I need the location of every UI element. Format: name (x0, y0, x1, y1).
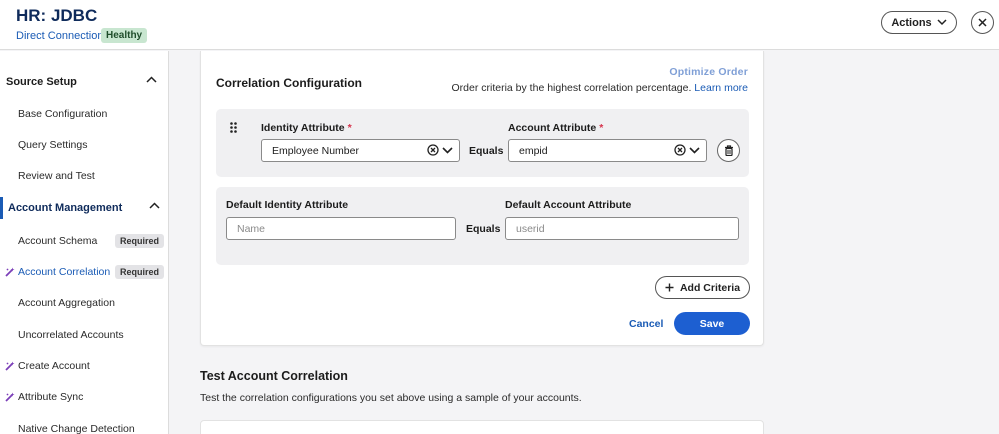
sidebar-item-create-account[interactable]: Create Account (0, 355, 169, 377)
correlation-card: Correlation Configuration Optimize Order… (200, 51, 764, 346)
chevron-down-icon[interactable] (689, 146, 700, 154)
sidebar-item-account-aggregation[interactable]: Account Aggregation (0, 292, 169, 314)
sidebar-item-uncorrelated-accounts[interactable]: Uncorrelated Accounts (0, 324, 169, 346)
default-identity-attribute-label: Default Identity Attribute (226, 199, 349, 211)
required-asterisk: * (347, 122, 352, 134)
default-account-attribute-input[interactable] (505, 217, 739, 240)
sidebar-section-account-management[interactable]: Account Management (0, 197, 169, 219)
required-badge: Required (115, 265, 165, 279)
account-attribute-value: empid (519, 144, 548, 157)
trash-icon (724, 145, 733, 156)
equals-label: Equals (469, 145, 504, 157)
magic-wand-icon (5, 361, 15, 371)
sidebar-section-label: Source Setup (6, 76, 77, 88)
test-section-title: Test Account Correlation (200, 369, 348, 383)
required-badge: Required (115, 234, 165, 248)
chevron-down-icon (937, 19, 947, 26)
sidebar-item-base-configuration[interactable]: Base Configuration (0, 103, 169, 125)
test-section-description: Test the correlation configurations you … (200, 392, 582, 404)
sidebar-item-account-correlation[interactable]: Account Correlation Required (0, 261, 169, 283)
sidebar-item-label: Account Aggregation (18, 297, 115, 309)
sidebar-item-native-change-detection[interactable]: Native Change Detection (0, 418, 169, 434)
order-note: Order criteria by the highest correlatio… (452, 82, 749, 94)
sidebar-item-label: Account Correlation (18, 266, 111, 278)
sidebar-section-source-setup[interactable]: Source Setup (0, 71, 169, 93)
sidebar-item-label: Native Change Detection (18, 423, 135, 434)
add-criteria-button[interactable]: Add Criteria (655, 276, 750, 299)
direct-connection-link[interactable]: Direct Connection (16, 30, 103, 42)
clear-circle-icon[interactable] (427, 144, 439, 156)
sidebar-item-review-and-test[interactable]: Review and Test (0, 165, 169, 187)
identity-attribute-value: Employee Number (272, 144, 359, 157)
order-note-text: Order criteria by the highest correlatio… (451, 82, 692, 94)
plus-icon (665, 283, 674, 292)
sidebar-item-query-settings[interactable]: Query Settings (0, 134, 169, 156)
identity-attribute-select[interactable]: Employee Number (261, 139, 460, 162)
chevron-up-icon[interactable] (149, 202, 160, 209)
top-header: HR: JDBC Direct Connection Healthy Actio… (0, 0, 999, 50)
drag-handle-icon[interactable] (230, 122, 237, 133)
magic-wand-icon (5, 267, 15, 277)
sidebar-item-attribute-sync[interactable]: Attribute Sync (0, 386, 169, 408)
close-button[interactable] (971, 11, 994, 34)
sidebar-item-label: Account Schema (18, 235, 98, 247)
page-title: HR: JDBC (16, 6, 98, 25)
default-attribute-row: Default Identity Attribute Equals Defaul… (216, 187, 749, 265)
sidebar: Source Setup Base Configuration Query Se… (0, 51, 169, 434)
optimize-order-link[interactable]: Optimize Order (669, 66, 748, 78)
cancel-button[interactable]: Cancel (629, 318, 663, 330)
delete-criteria-button[interactable] (717, 139, 740, 162)
identity-attribute-label: Identity Attribute * (261, 122, 352, 134)
close-icon (978, 18, 987, 27)
actions-button[interactable]: Actions (881, 11, 957, 34)
chevron-up-icon[interactable] (146, 76, 157, 83)
account-attribute-label-text: Account Attribute (508, 122, 597, 134)
sidebar-item-label: Base Configuration (18, 108, 108, 120)
sidebar-section-label: Account Management (8, 202, 123, 214)
chevron-down-icon[interactable] (442, 146, 453, 154)
magic-wand-icon (5, 392, 15, 402)
sidebar-item-label: Create Account (18, 360, 90, 372)
account-attribute-label: Account Attribute * (508, 122, 603, 134)
sidebar-item-label: Uncorrelated Accounts (18, 329, 124, 341)
learn-more-link[interactable]: Learn more (694, 82, 748, 94)
identity-attribute-label-text: Identity Attribute (261, 122, 345, 134)
test-card (200, 420, 764, 434)
sidebar-item-label: Attribute Sync (18, 391, 84, 403)
status-badge: Healthy (101, 28, 148, 43)
correlation-criteria-row: Identity Attribute * Employee Number Equa… (216, 109, 749, 177)
actions-label: Actions (891, 16, 932, 29)
default-identity-attribute-input[interactable] (226, 217, 456, 240)
account-attribute-select[interactable]: empid (508, 139, 707, 162)
add-criteria-label: Add Criteria (679, 281, 741, 294)
equals-label: Equals (466, 223, 501, 235)
sidebar-item-label: Review and Test (18, 170, 95, 182)
save-button[interactable]: Save (674, 312, 750, 335)
required-asterisk: * (599, 122, 604, 134)
sidebar-item-label: Query Settings (18, 139, 88, 151)
default-account-attribute-label: Default Account Attribute (505, 199, 632, 211)
correlation-title: Correlation Configuration (216, 76, 362, 90)
sidebar-item-account-schema[interactable]: Account Schema Required (0, 230, 169, 252)
clear-circle-icon[interactable] (674, 144, 686, 156)
